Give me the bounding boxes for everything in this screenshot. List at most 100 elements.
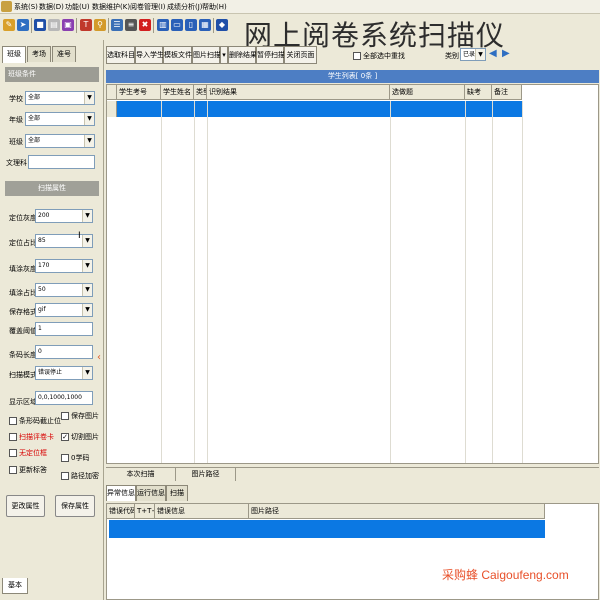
table-row[interactable] xyxy=(109,520,545,538)
tab-exam-number[interactable]: 准号 xyxy=(52,46,76,62)
pause-scan-button[interactable]: 暂停扫描 xyxy=(256,46,285,64)
columns-icon[interactable]: ▯ xyxy=(185,19,197,31)
barcode-length-field[interactable]: 0 xyxy=(35,345,93,359)
menu-data[interactable]: 数据(D) xyxy=(39,2,64,12)
student-grid[interactable]: 学生考号 学生姓名 类型 识别结果 选做题 缺考 备注 xyxy=(106,84,599,464)
menu-score-analysis[interactable]: 成绩分析(J) xyxy=(167,2,203,12)
position-ratio-select[interactable]: 85 ▼ xyxy=(35,234,93,248)
close-page-button[interactable]: 关闭页面 xyxy=(284,46,317,64)
list-icon[interactable]: ☰ xyxy=(111,19,123,31)
column-divider xyxy=(522,101,523,463)
grid-icon[interactable]: ▦ xyxy=(199,19,211,31)
column-header[interactable]: 识别结果 xyxy=(207,85,390,100)
select-subject-button[interactable]: 选取科目 xyxy=(106,46,135,64)
change-properties-button[interactable]: 更改属性 xyxy=(6,495,45,517)
update-answers-checkbox[interactable] xyxy=(9,466,17,474)
chevron-down-icon[interactable]: ▼ xyxy=(82,304,92,316)
document-icon[interactable]: ▤ xyxy=(48,19,60,31)
delete-results-button[interactable]: 删除结果 xyxy=(228,46,257,64)
barcode-stop-checkbox[interactable] xyxy=(9,417,17,425)
fill-ratio-select[interactable]: 50 ▼ xyxy=(35,283,93,297)
stop-icon[interactable]: ✖ xyxy=(139,19,151,31)
toolbar-separator xyxy=(31,18,32,33)
scan-icon[interactable]: ▥ xyxy=(157,19,169,31)
scan-mode-select[interactable]: 错误停止 ▼ xyxy=(35,366,93,380)
toolbar: ✎ ➤ ■ ▤ ▣ T ⚲ ☰ ≡ ✖ ▥ ▭ ▯ ▦ ◆ xyxy=(0,15,230,37)
chevron-down-icon[interactable]: ▼ xyxy=(82,235,92,247)
chevron-down-icon[interactable]: ▼ xyxy=(82,210,92,222)
position-gray-select[interactable]: 200 ▼ xyxy=(35,209,93,223)
no-position-frame-checkbox[interactable] xyxy=(9,449,17,457)
arrow-left-icon[interactable]: ◀ xyxy=(489,48,497,59)
pencil-icon[interactable]: ✎ xyxy=(3,19,15,31)
print-icon[interactable]: ▣ xyxy=(62,19,74,31)
column-header[interactable]: 错误代码 xyxy=(107,504,135,519)
display-area-field[interactable]: 0,0,1000,1000 xyxy=(35,391,93,405)
tab-basic[interactable]: 基本 xyxy=(2,578,28,594)
scan-grading-card-checkbox[interactable] xyxy=(9,433,17,441)
table-row[interactable] xyxy=(117,101,522,117)
save-format-select[interactable]: gif ▼ xyxy=(35,303,93,317)
column-header[interactable]: 图片路径 xyxy=(249,504,545,519)
toolbar-separator xyxy=(76,18,77,33)
column-header[interactable]: 错误信息 xyxy=(155,504,249,519)
chevron-down-icon[interactable]: ▼ xyxy=(82,367,92,379)
menu-data-maintenance[interactable]: 数据维护(K) xyxy=(92,2,130,12)
column-divider xyxy=(492,101,493,463)
chevron-down-icon[interactable]: ▼ xyxy=(84,113,94,125)
grade-select[interactable]: 全部 ▼ xyxy=(25,112,95,126)
menu-help[interactable]: 帮助(H) xyxy=(202,2,227,12)
chevron-down-icon[interactable]: ▼ xyxy=(84,92,94,104)
tools-icon[interactable]: T xyxy=(80,19,92,31)
column-header[interactable]: 选做题 xyxy=(390,85,465,100)
key-icon[interactable]: ⚲ xyxy=(94,19,106,31)
column-header[interactable]: T+T+I xyxy=(135,504,155,519)
tab-run-info[interactable]: 运行信息 xyxy=(136,485,166,501)
template-file-button[interactable]: 模板文件 xyxy=(163,46,192,64)
class-select[interactable]: 全部 ▼ xyxy=(25,134,95,148)
column-divider xyxy=(161,101,162,463)
column-header[interactable]: 学生考号 xyxy=(117,85,161,100)
school-select[interactable]: 全部 ▼ xyxy=(25,91,95,105)
toolbar-separator xyxy=(153,18,154,33)
image-scan-button[interactable]: 图片扫描 xyxy=(192,46,221,64)
path-encrypt-checkbox[interactable] xyxy=(61,472,69,480)
import-students-button[interactable]: 导入学生 xyxy=(135,46,164,64)
arrow-icon[interactable]: ➤ xyxy=(17,19,29,31)
chevron-down-icon[interactable]: ▼ xyxy=(82,284,92,296)
menu-system[interactable]: 系统(S) xyxy=(14,2,38,12)
chevron-left-icon[interactable]: ‹ xyxy=(97,352,101,363)
select-all-checkbox[interactable] xyxy=(353,52,361,60)
menu-lines-icon[interactable]: ≡ xyxy=(125,19,137,31)
chevron-down-icon[interactable]: ▼ xyxy=(82,260,92,272)
tab-exam-room[interactable]: 考场 xyxy=(27,46,51,62)
book-icon[interactable]: ◆ xyxy=(216,19,228,31)
arts-science-field[interactable] xyxy=(28,155,95,169)
column-header[interactable]: 类型 xyxy=(194,85,207,100)
error-grid[interactable]: 错误代码 T+T+I 错误信息 图片路径 xyxy=(106,503,599,600)
column-header[interactable]: 缺考 xyxy=(465,85,492,100)
chevron-down-icon[interactable]: ▼ xyxy=(475,49,485,60)
zero-code-checkbox[interactable] xyxy=(61,454,69,462)
column-divider xyxy=(194,101,195,463)
arts-science-label: 文理科 xyxy=(6,159,27,167)
reset-link[interactable]: 重找 xyxy=(391,51,405,61)
menu-grading-management[interactable]: 阅卷管理(I) xyxy=(130,2,166,12)
chevron-down-icon[interactable]: ▼ xyxy=(84,135,94,147)
cut-image-checkbox[interactable]: ✓ xyxy=(61,433,69,441)
tab-exception-info[interactable]: 异常信息 xyxy=(106,485,136,501)
window-icon[interactable]: ▭ xyxy=(171,19,183,31)
save-icon[interactable]: ■ xyxy=(34,19,46,31)
scan-dropdown-button[interactable]: ▾ xyxy=(220,46,228,64)
save-properties-button[interactable]: 保存属性 xyxy=(55,495,95,517)
fill-gray-select[interactable]: 170 ▼ xyxy=(35,259,93,273)
type-select[interactable]: 已录 ▼ xyxy=(460,48,486,61)
arrow-right-icon[interactable]: ▶ xyxy=(502,48,510,59)
save-image-checkbox[interactable] xyxy=(61,412,69,420)
tab-scanner[interactable]: 扫描仪 xyxy=(166,485,188,511)
menu-function[interactable]: 功能(U) xyxy=(65,2,90,12)
tab-class[interactable]: 班级 xyxy=(2,46,26,63)
overwrite-threshold-field[interactable]: 1 xyxy=(35,322,93,336)
column-header[interactable]: 学生姓名 xyxy=(161,85,194,100)
column-header[interactable]: 备注 xyxy=(492,85,522,100)
